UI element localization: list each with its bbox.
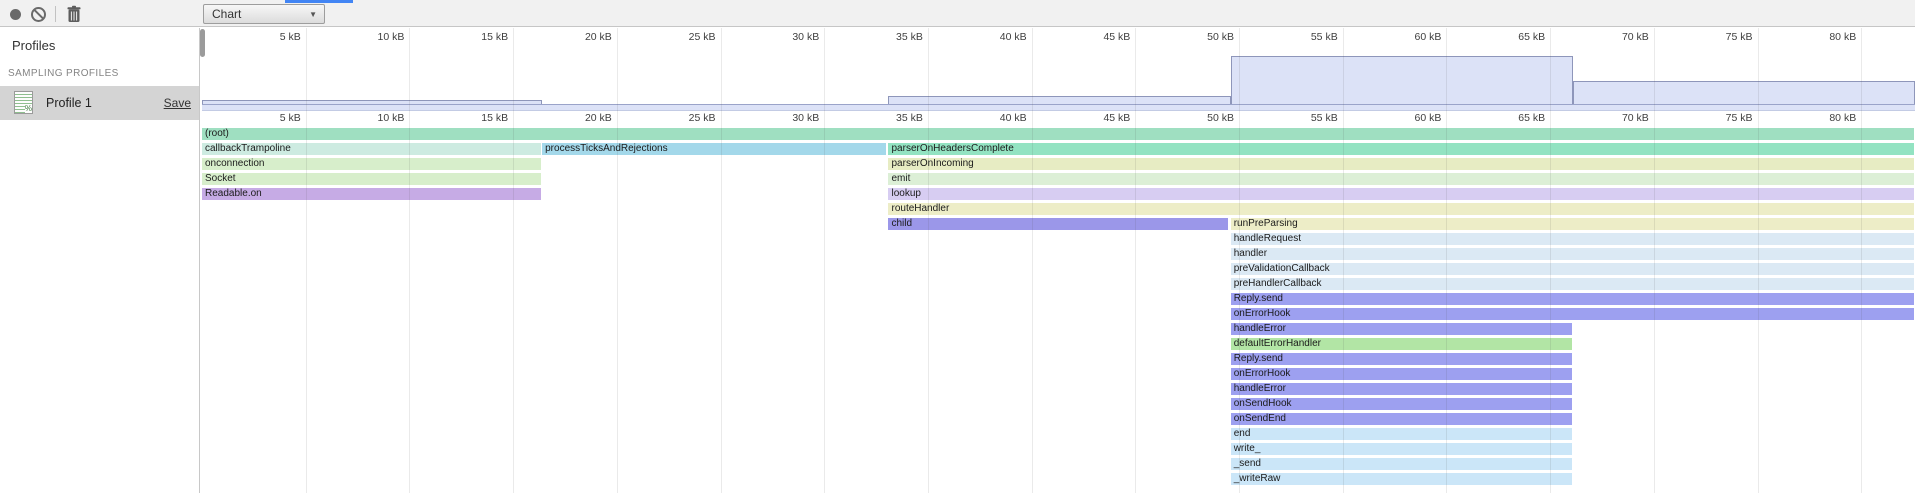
- flame-bar-callbacktrampoline[interactable]: callbackTrampoline: [202, 143, 541, 155]
- overview-ruler-tick: 35 kB: [896, 31, 923, 43]
- flame-bar-root[interactable]: (root): [202, 128, 1914, 140]
- flame-ruler-tick: 80 kB: [1829, 112, 1856, 124]
- flame-ruler-tick: 75 kB: [1726, 112, 1753, 124]
- overview-ruler-tick: 55 kB: [1311, 31, 1338, 43]
- flame-bar-handleerror[interactable]: handleError: [1231, 383, 1572, 395]
- flame-bar-prehandlercallback[interactable]: preHandlerCallback: [1231, 278, 1914, 290]
- flame-bar-defaulterrorhandler[interactable]: defaultErrorHandler: [1231, 338, 1572, 350]
- flame-bar-routehandler[interactable]: routeHandler: [888, 203, 1914, 215]
- profile-name: Profile 1: [46, 96, 92, 110]
- flame-ruler-tick: 55 kB: [1311, 112, 1338, 124]
- overview-ruler-tick: 25 kB: [689, 31, 716, 43]
- record-icon[interactable]: [10, 9, 21, 20]
- active-panel-indicator: [285, 0, 353, 3]
- flame-chart-pane: (root) callbackTrampolineprocessTicksAndR…: [200, 28, 1915, 493]
- flame-bar-handleerror[interactable]: handleError: [1231, 323, 1572, 335]
- flame-ruler-tick: 45 kB: [1103, 112, 1130, 124]
- overview-ruler-tick: 20 kB: [585, 31, 612, 43]
- flame-bar-readable-on[interactable]: Readable.on: [202, 188, 541, 200]
- flame-bar-onsendend[interactable]: onSendEnd: [1231, 413, 1572, 425]
- flame-bar-parseronheaderscomplete[interactable]: parserOnHeadersComplete: [888, 143, 1914, 155]
- overview-ruler-tick: 60 kB: [1415, 31, 1442, 43]
- flame-ruler-tick: 20 kB: [585, 112, 612, 124]
- sidebar-title: Profiles: [12, 38, 55, 53]
- overview-ruler-tick: 50 kB: [1207, 31, 1234, 43]
- flame-ruler-tick: 50 kB: [1207, 112, 1234, 124]
- sidebar-item-profile-1[interactable]: % Profile 1 Save: [0, 86, 199, 120]
- flame-graph: (root) callbackTrampolineprocessTicksAndR…: [200, 28, 1915, 493]
- flame-bar-send[interactable]: _send: [1231, 458, 1572, 470]
- flame-ruler-tick: 5 kB: [280, 112, 301, 124]
- profiles-sidebar: Profiles SAMPLING PROFILES % Profile 1 S…: [0, 28, 200, 493]
- flame-bar-child[interactable]: child: [888, 218, 1227, 230]
- overview-ruler-tick: 45 kB: [1103, 31, 1130, 43]
- flame-ruler-tick: 35 kB: [896, 112, 923, 124]
- chevron-down-icon: ▼: [309, 6, 317, 24]
- flame-bar-onerrorhook[interactable]: onErrorHook: [1231, 368, 1572, 380]
- overview-ruler-tick: 65 kB: [1518, 31, 1545, 43]
- flame-ruler-tick: 15 kB: [481, 112, 508, 124]
- flame-bar-onerrorhook[interactable]: onErrorHook: [1231, 308, 1914, 320]
- flame-bar-writeraw[interactable]: _writeRaw: [1231, 473, 1572, 485]
- flame-bar-prevalidationcallback[interactable]: preValidationCallback: [1231, 263, 1914, 275]
- sampling-profiles-section-label: SAMPLING PROFILES: [8, 68, 119, 79]
- profile-document-icon: %: [14, 91, 33, 114]
- flame-bar-processticksandrejections[interactable]: processTicksAndRejections: [542, 143, 886, 155]
- flame-ruler-tick: 60 kB: [1415, 112, 1442, 124]
- clear-profiles-icon[interactable]: [31, 7, 46, 22]
- view-mode-value: Chart: [212, 7, 241, 21]
- flame-bar-write[interactable]: write_: [1231, 443, 1572, 455]
- overview-ruler-tick: 40 kB: [1000, 31, 1027, 43]
- overview-ruler-tick: 80 kB: [1829, 31, 1856, 43]
- toolbar-divider: [55, 6, 56, 22]
- flame-bar-lookup[interactable]: lookup: [888, 188, 1914, 200]
- flame-bar-emit[interactable]: emit: [888, 173, 1914, 185]
- trash-icon[interactable]: [66, 5, 82, 23]
- flame-bar-onsendhook[interactable]: onSendHook: [1231, 398, 1572, 410]
- profiler-window: Chart ▼ Profiles SAMPLING PROFILES % Pro…: [0, 0, 1915, 493]
- overview-ruler-tick: 15 kB: [481, 31, 508, 43]
- overview-ruler-tick: 75 kB: [1726, 31, 1753, 43]
- overview-ruler-tick: 70 kB: [1622, 31, 1649, 43]
- flame-bar-handler[interactable]: handler: [1231, 248, 1914, 260]
- save-profile-link[interactable]: Save: [164, 96, 191, 110]
- toolbar: Chart ▼: [0, 0, 1915, 27]
- overview-ruler-tick: 5 kB: [280, 31, 301, 43]
- flame-ruler-tick: 10 kB: [378, 112, 405, 124]
- flame-bar-onconnection[interactable]: onconnection: [202, 158, 541, 170]
- flame-bar-reply-send[interactable]: Reply.send: [1231, 353, 1572, 365]
- flame-ruler-tick: 40 kB: [1000, 112, 1027, 124]
- flame-ruler-tick: 65 kB: [1518, 112, 1545, 124]
- view-mode-select[interactable]: Chart ▼: [203, 4, 325, 24]
- overview-ruler-tick: 10 kB: [378, 31, 405, 43]
- overview-ruler-tick: 30 kB: [792, 31, 819, 43]
- flame-bar-socket[interactable]: Socket: [202, 173, 541, 185]
- flame-ruler-tick: 70 kB: [1622, 112, 1649, 124]
- flame-bar-runpreparsing[interactable]: runPreParsing: [1231, 218, 1914, 230]
- flame-ruler-tick: 25 kB: [689, 112, 716, 124]
- flame-ruler-tick: 30 kB: [792, 112, 819, 124]
- flame-bar-end[interactable]: end: [1231, 428, 1572, 440]
- flame-bar-parseronincoming[interactable]: parserOnIncoming: [888, 158, 1914, 170]
- flame-bar-handlerequest[interactable]: handleRequest: [1231, 233, 1914, 245]
- flame-bar-reply-send[interactable]: Reply.send: [1231, 293, 1914, 305]
